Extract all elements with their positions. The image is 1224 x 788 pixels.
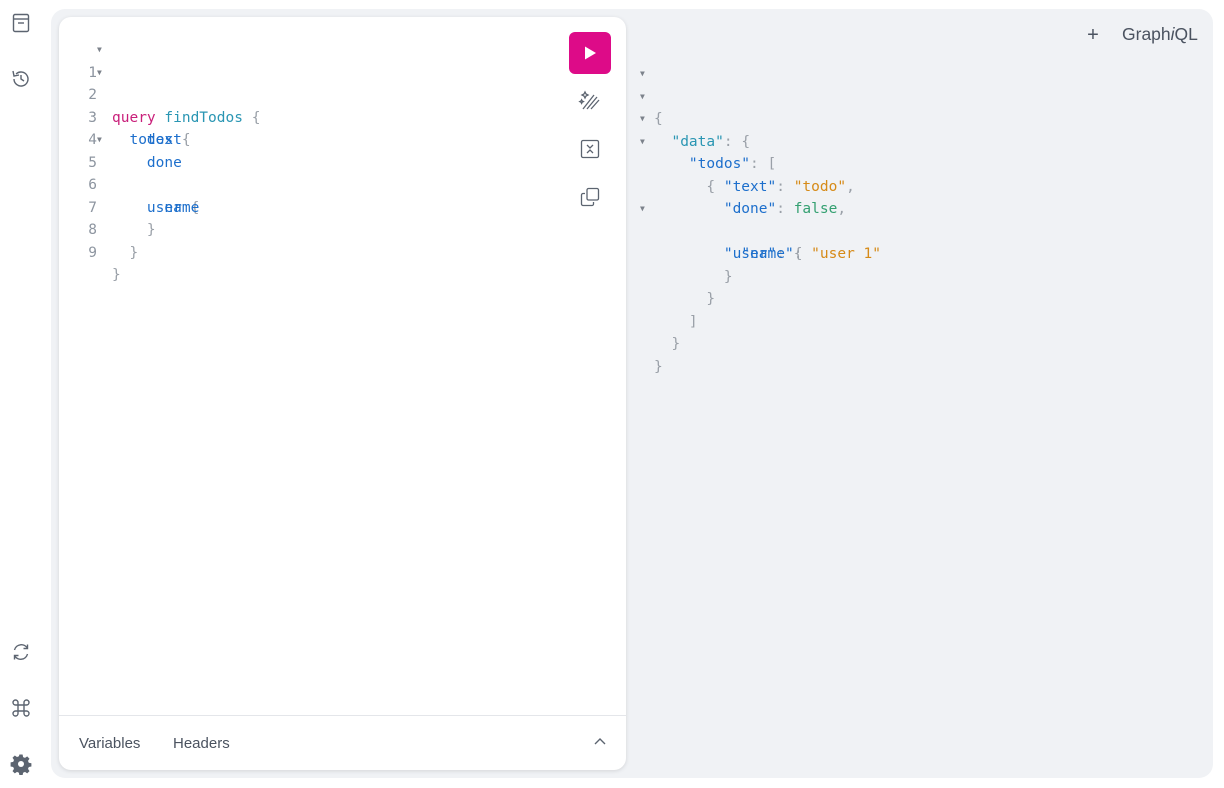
copy-icon (580, 187, 600, 207)
logo-prefix: Graph (1122, 24, 1171, 44)
brace: } (112, 267, 121, 283)
prettify-button[interactable] (576, 87, 604, 115)
fold-arrow-icon[interactable]: ▼ (640, 86, 645, 109)
copy-query-button[interactable] (576, 183, 604, 211)
result-line: "name": "user 1" (741, 246, 882, 262)
result-line: ] (688, 313, 698, 330)
result-line: ▼ { (640, 131, 715, 195)
settings-icon[interactable] (8, 751, 34, 777)
result-line: } (706, 291, 716, 307)
fold-arrow-icon[interactable]: ▼ (97, 39, 102, 62)
line-number: 9 (88, 244, 97, 261)
result-line: "text": "todo", (723, 178, 855, 195)
docs-icon[interactable] (8, 10, 34, 36)
shortcuts-icon[interactable] (8, 695, 34, 721)
history-icon[interactable] (8, 66, 34, 92)
result-line: } (654, 358, 663, 375)
fold-arrow-icon[interactable]: ▼ (640, 63, 645, 86)
fold-arrow-icon[interactable]: ▼ (640, 131, 645, 154)
chevron-up-icon[interactable] (592, 734, 608, 750)
json-string: "todo" (793, 178, 847, 195)
json-key: "done" (723, 201, 777, 217)
tab-variables[interactable]: Variables (79, 735, 140, 752)
json-key: "todos" (688, 156, 751, 172)
fold-arrow-icon[interactable]: ▼ (97, 62, 102, 85)
add-tab-button[interactable]: + (1084, 24, 1102, 47)
code-line: 2 ▼ todos { (59, 62, 559, 149)
json-key: "name" (741, 246, 794, 262)
query-editor-panel: 1 ▼ query findTodos { 2 ▼ todos { 3 text… (59, 17, 626, 770)
code-line: 7 } (59, 174, 559, 239)
code-line: 3 text (59, 84, 559, 149)
code-line: 9 } (59, 219, 559, 284)
json-boolean: false (793, 201, 838, 217)
graphiql-logo: GraphiQL (1122, 24, 1198, 45)
query-editor[interactable]: 1 ▼ query findTodos { 2 ▼ todos { 3 text… (59, 39, 559, 284)
result-line: ▼ "todos": [ (640, 108, 776, 172)
brace: } (129, 244, 139, 261)
result-line: "done": false, (723, 201, 847, 217)
fold-arrow-icon[interactable]: ▼ (640, 108, 645, 131)
prettify-icon (578, 90, 600, 110)
logo-suffix: QL (1174, 24, 1198, 44)
result-line: ▼ "data": { (640, 86, 750, 150)
result-viewer[interactable]: ▼ { ▼ "data": { ▼ "todos": [ ▼ { "text":… (640, 63, 882, 375)
merge-fragments-button[interactable] (576, 135, 604, 163)
refetch-icon[interactable] (8, 639, 34, 665)
merge-fragments-icon (580, 139, 600, 159)
run-icon (585, 46, 596, 60)
fold-arrow-icon[interactable]: ▼ (640, 198, 645, 221)
code-line: 1 ▼ query findTodos { (59, 39, 559, 126)
result-line: ▼ { (640, 63, 675, 127)
result-line: ▼ "user": { (640, 198, 802, 262)
result-line: } (723, 268, 733, 285)
json-key: "data" (671, 133, 724, 150)
code-line: 5 ▼ user { (59, 129, 559, 216)
json-key: "text" (723, 178, 777, 195)
sidebar (0, 0, 42, 788)
code-line: 8 } (59, 197, 559, 261)
editor-tools-bar: Variables Headers (59, 715, 626, 770)
code-line: 6 name (59, 152, 559, 216)
result-line: } (671, 336, 681, 352)
code-line: 4 done (59, 107, 559, 171)
fold-arrow-icon[interactable]: ▼ (97, 129, 102, 152)
tab-headers[interactable]: Headers (173, 735, 230, 752)
json-string: "user 1" (811, 246, 882, 262)
execute-query-button[interactable] (569, 32, 611, 74)
